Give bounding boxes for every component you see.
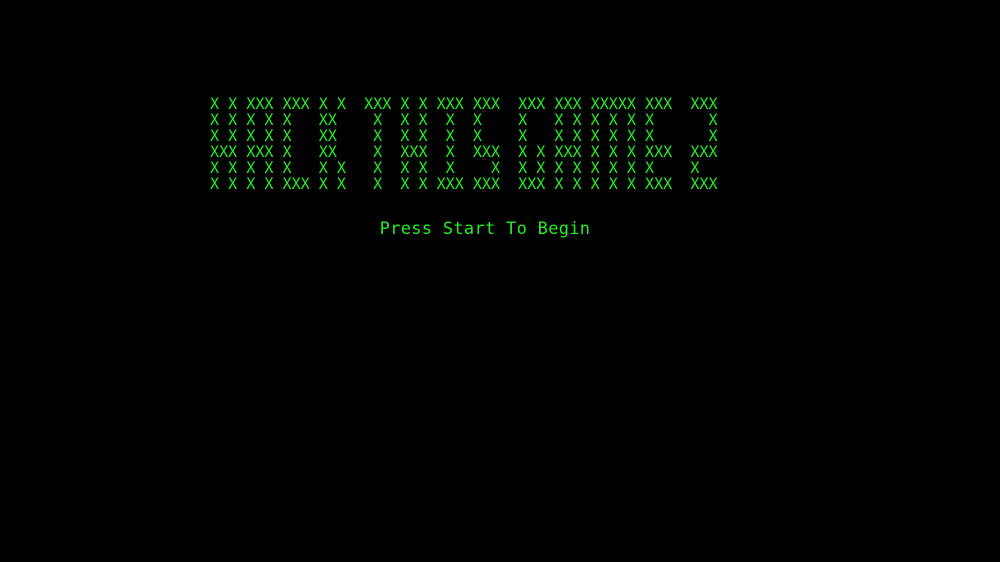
ascii-title-art: X X XXX XXX X X XXX X X XXX XXX XXX XXX …: [210, 95, 718, 193]
title-art-line: X X X X XXX X X X X X XXX XXX XXX X X X …: [210, 173, 718, 193]
game-title-screen: X X XXX XXX X X XXX X X XXX XXX XXX XXX …: [0, 0, 1000, 562]
press-start-prompt[interactable]: Press Start To Begin: [0, 219, 970, 239]
